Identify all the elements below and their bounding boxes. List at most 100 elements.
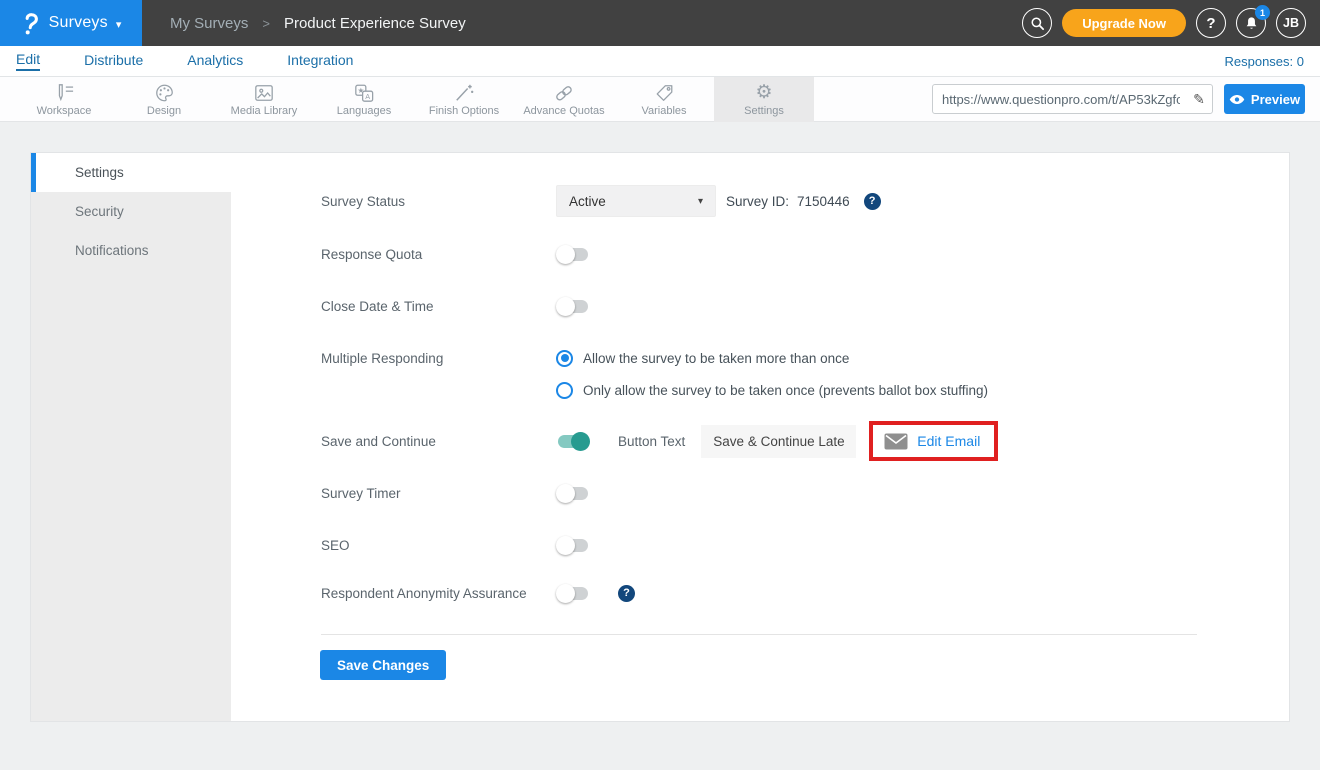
toolbar-item-label: Advance Quotas	[523, 105, 604, 117]
edit-email-label: Edit Email	[917, 433, 980, 449]
svg-text:A: A	[365, 91, 370, 100]
radio-option-label: Allow the survey to be taken more than o…	[583, 351, 849, 366]
notifications-button[interactable]: 1	[1236, 8, 1266, 38]
top-header: Surveys ▾ My Surveys > Product Experienc…	[0, 0, 1320, 46]
survey-id-value: 7150446	[797, 194, 850, 209]
survey-id-help-icon[interactable]: ?	[864, 193, 881, 210]
sidebar-item-notifications[interactable]: Notifications	[31, 231, 231, 270]
settings-sidebar: Settings Security Notifications	[31, 153, 231, 721]
upgrade-now-button[interactable]: Upgrade Now	[1062, 9, 1186, 37]
chevron-down-icon: ▾	[116, 18, 122, 31]
respondent-anonymity-label: Respondent Anonymity Assurance	[321, 586, 556, 601]
button-text-label: Button Text	[618, 434, 685, 449]
toolbar-item-settings[interactable]: ⚙ Settings	[714, 77, 814, 122]
edit-toolbar: Workspace Design Media Library	[0, 77, 1320, 122]
survey-timer-row: Survey Timer	[321, 477, 1229, 509]
response-quota-toggle[interactable]	[556, 244, 590, 264]
toolbar-item-advance-quotas[interactable]: Advance Quotas	[514, 77, 614, 122]
product-switcher[interactable]: Surveys ▾	[0, 0, 142, 46]
responses-count[interactable]: Responses: 0	[1225, 54, 1305, 69]
seo-label: SEO	[321, 538, 556, 553]
toolbar-item-design[interactable]: Design	[114, 77, 214, 122]
toolbar-item-label: Variables	[641, 105, 686, 117]
toolbar-item-label: Workspace	[37, 105, 92, 117]
breadcrumb-current: Product Experience Survey	[284, 15, 466, 32]
app-root: Surveys ▾ My Surveys > Product Experienc…	[0, 0, 1320, 770]
sidebar-item-security[interactable]: Security	[31, 192, 231, 231]
settings-card: Settings Security Notifications Survey S…	[30, 152, 1290, 722]
toolbar-items: Workspace Design Media Library	[14, 77, 814, 122]
section-divider	[321, 634, 1197, 635]
eye-icon	[1229, 94, 1245, 105]
breadcrumb: My Surveys > Product Experience Survey	[170, 15, 466, 32]
survey-url-input[interactable]	[933, 92, 1186, 107]
envelope-icon	[884, 433, 908, 450]
respondent-anonymity-toggle[interactable]	[556, 583, 590, 603]
header-actions: Upgrade Now ? 1 JB	[1022, 0, 1306, 46]
radio-option-once[interactable]: Only allow the survey to be taken once (…	[556, 382, 988, 399]
survey-status-value: Active	[569, 194, 606, 209]
save-and-continue-label: Save and Continue	[321, 434, 556, 449]
toolbar-item-finish-options[interactable]: Finish Options	[414, 77, 514, 122]
questionpro-logo-icon	[21, 10, 41, 36]
response-quota-row: Response Quota	[321, 238, 1229, 270]
toolbar-item-languages[interactable]: ★ A Languages	[314, 77, 414, 122]
edit-url-icon[interactable]: ✎	[1186, 91, 1212, 108]
multiple-responding-row: Multiple Responding Allow the survey to …	[321, 342, 1229, 374]
sidebar-item-settings[interactable]: Settings	[31, 153, 231, 192]
tab-analytics[interactable]: Analytics	[187, 52, 243, 70]
breadcrumb-parent[interactable]: My Surveys	[170, 15, 248, 32]
search-button[interactable]	[1022, 8, 1052, 38]
avatar[interactable]: JB	[1276, 8, 1306, 38]
survey-status-select[interactable]: Active ▾	[556, 185, 716, 217]
survey-url-box: ✎	[932, 84, 1213, 114]
respondent-anonymity-row: Respondent Anonymity Assurance ?	[321, 577, 1229, 609]
radio-button[interactable]	[556, 350, 573, 367]
chain-link-icon	[553, 83, 575, 103]
tab-edit[interactable]: Edit	[16, 51, 40, 71]
breadcrumb-separator: >	[262, 16, 270, 31]
multiple-responding-label: Multiple Responding	[321, 351, 556, 366]
tab-integration[interactable]: Integration	[287, 52, 353, 70]
product-label: Surveys	[49, 14, 108, 32]
annotation-highlight-box: Edit Email	[869, 421, 998, 461]
edit-email-link[interactable]: Edit Email	[884, 433, 980, 450]
toolbar-item-label: Design	[147, 105, 181, 117]
radio-button[interactable]	[556, 382, 573, 399]
toolbar-item-variables[interactable]: Variables	[614, 77, 714, 122]
preview-label: Preview	[1251, 92, 1300, 107]
radio-option-multiple[interactable]: Allow the survey to be taken more than o…	[556, 350, 849, 367]
preview-button[interactable]: Preview	[1224, 84, 1305, 114]
search-icon	[1030, 16, 1045, 31]
tab-distribute[interactable]: Distribute	[84, 52, 143, 70]
radio-option-label: Only allow the survey to be taken once (…	[583, 383, 988, 398]
survey-timer-toggle[interactable]	[556, 483, 590, 503]
anonymity-help-icon[interactable]: ?	[618, 585, 635, 602]
sidebar-item-label: Settings	[75, 165, 124, 180]
question-mark-icon: ?	[1206, 15, 1215, 32]
workspace-icon	[53, 83, 75, 103]
toolbar-item-label: Finish Options	[429, 105, 499, 117]
avatar-initials: JB	[1283, 16, 1299, 30]
toolbar-item-label: Languages	[337, 105, 391, 117]
toolbar-item-media-library[interactable]: Media Library	[214, 77, 314, 122]
languages-icon: ★ A	[353, 83, 375, 103]
sidebar-item-label: Notifications	[75, 243, 149, 258]
sidebar-item-label: Security	[75, 204, 124, 219]
close-date-toggle[interactable]	[556, 296, 590, 316]
multiple-responding-row-2: Only allow the survey to be taken once (…	[321, 374, 1229, 406]
response-quota-label: Response Quota	[321, 247, 556, 262]
help-button[interactable]: ?	[1196, 8, 1226, 38]
save-changes-button[interactable]: Save Changes	[320, 650, 446, 680]
chevron-down-icon: ▾	[698, 196, 703, 207]
toolbar-item-workspace[interactable]: Workspace	[14, 77, 114, 122]
seo-toggle[interactable]	[556, 535, 590, 555]
survey-status-row: Survey Status Active ▾ Survey ID: 715044…	[321, 185, 1229, 217]
save-and-continue-toggle[interactable]	[556, 431, 590, 451]
gear-icon: ⚙	[755, 83, 772, 103]
button-text-input[interactable]	[701, 425, 856, 458]
magic-wand-icon	[453, 83, 475, 103]
save-and-continue-row: Save and Continue Button Text Edit Email	[321, 425, 1229, 457]
survey-status-label: Survey Status	[321, 194, 556, 209]
survey-id-label: Survey ID:	[726, 194, 789, 209]
